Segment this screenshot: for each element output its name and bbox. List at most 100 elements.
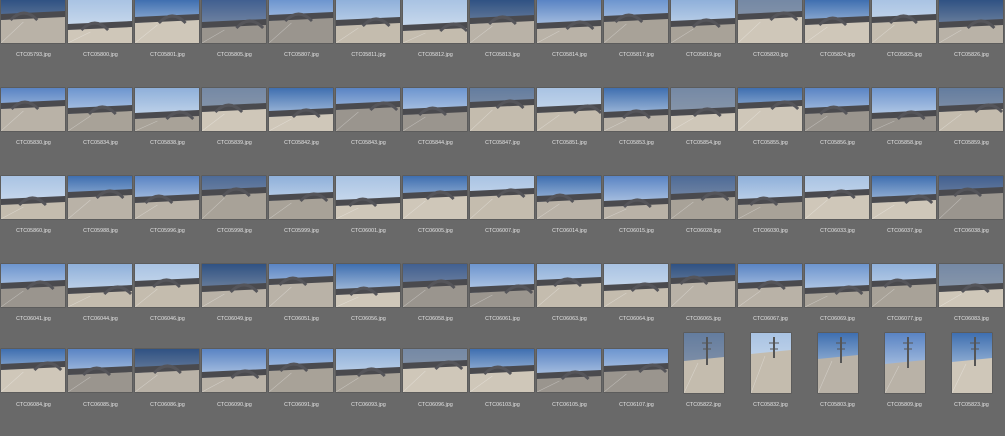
thumbnail-item[interactable]: CTC06046.jpg xyxy=(134,264,201,351)
thumbnail-item[interactable]: CTC05843.jpg xyxy=(335,88,402,175)
thumbnail-image[interactable] xyxy=(403,176,467,219)
thumbnail-item[interactable]: CTC05838.jpg xyxy=(134,88,201,175)
thumbnail-image[interactable] xyxy=(1,88,65,131)
thumbnail-image[interactable] xyxy=(403,0,467,43)
thumbnail-item[interactable]: CTC05999.jpg xyxy=(268,176,335,263)
thumbnail-image[interactable] xyxy=(805,88,869,131)
thumbnail-image[interactable] xyxy=(68,176,132,219)
thumbnail-item[interactable]: CTC06007.jpg xyxy=(469,176,536,263)
thumbnail-item[interactable]: CTC06085.jpg xyxy=(67,349,134,436)
thumbnail-image[interactable] xyxy=(202,264,266,307)
thumbnail-image[interactable] xyxy=(805,264,869,307)
thumbnail-item[interactable]: CTC06014.jpg xyxy=(536,176,603,263)
thumbnail-item[interactable]: CTC06064.jpg xyxy=(603,264,670,351)
thumbnail-image[interactable] xyxy=(135,264,199,307)
thumbnail-image[interactable] xyxy=(872,176,936,219)
thumbnail-image[interactable] xyxy=(269,0,333,43)
thumbnail-image[interactable] xyxy=(671,0,735,43)
thumbnail-image[interactable] xyxy=(872,0,936,43)
thumbnail-image[interactable] xyxy=(671,264,735,307)
thumbnail-image[interactable] xyxy=(939,0,1003,43)
thumbnail-image[interactable] xyxy=(269,176,333,219)
thumbnail-item[interactable]: CTC06030.jpg xyxy=(737,176,804,263)
thumbnail-image[interactable] xyxy=(1,176,65,219)
thumbnail-image[interactable] xyxy=(202,349,266,392)
thumbnail-image[interactable] xyxy=(604,176,668,219)
thumbnail-item[interactable]: CTC05856.jpg xyxy=(804,88,871,175)
thumbnail-image[interactable] xyxy=(135,176,199,219)
thumbnail-item[interactable]: CTC05809.jpg xyxy=(871,333,938,436)
thumbnail-item[interactable]: CTC05824.jpg xyxy=(804,0,871,87)
thumbnail-item[interactable]: CTC05819.jpg xyxy=(670,0,737,87)
thumbnail-image[interactable] xyxy=(604,0,668,43)
thumbnail-image[interactable] xyxy=(470,264,534,307)
thumbnail-item[interactable]: CTC06028.jpg xyxy=(670,176,737,263)
thumbnail-image[interactable] xyxy=(671,176,735,219)
thumbnail-item[interactable]: CTC05855.jpg xyxy=(737,88,804,175)
thumbnail-item[interactable]: CTC05839.jpg xyxy=(201,88,268,175)
thumbnail-image[interactable] xyxy=(885,333,925,393)
thumbnail-item[interactable]: CTC05813.jpg xyxy=(469,0,536,87)
thumbnail-image[interactable] xyxy=(952,333,992,393)
thumbnail-item[interactable]: CTC06044.jpg xyxy=(67,264,134,351)
thumbnail-image[interactable] xyxy=(470,88,534,131)
thumbnail-image[interactable] xyxy=(604,264,668,307)
thumbnail-item[interactable]: CTC06105.jpg xyxy=(536,349,603,436)
thumbnail-item[interactable]: CTC05854.jpg xyxy=(670,88,737,175)
thumbnail-image[interactable] xyxy=(1,349,65,392)
thumbnail-item[interactable]: CTC06049.jpg xyxy=(201,264,268,351)
thumbnail-image[interactable] xyxy=(604,88,668,131)
thumbnail-image[interactable] xyxy=(336,176,400,219)
thumbnail-item[interactable]: CTC05805.jpg xyxy=(201,0,268,87)
thumbnail-item[interactable]: CTC05811.jpg xyxy=(335,0,402,87)
thumbnail-item[interactable]: CTC06056.jpg xyxy=(335,264,402,351)
thumbnail-image[interactable] xyxy=(68,349,132,392)
thumbnail-item[interactable]: CTC06103.jpg xyxy=(469,349,536,436)
thumbnail-item[interactable]: CTC05832.jpg xyxy=(737,333,804,436)
thumbnail-item[interactable]: CTC05822.jpg xyxy=(670,333,737,436)
thumbnail-image[interactable] xyxy=(403,88,467,131)
thumbnail-image[interactable] xyxy=(805,176,869,219)
thumbnail-item[interactable]: CTC06058.jpg xyxy=(402,264,469,351)
thumbnail-item[interactable]: CTC05793.jpg xyxy=(0,0,67,87)
thumbnail-image[interactable] xyxy=(805,0,869,43)
thumbnail-image[interactable] xyxy=(872,264,936,307)
thumbnail-image[interactable] xyxy=(336,264,400,307)
thumbnail-image[interactable] xyxy=(470,176,534,219)
thumbnail-item[interactable]: CTC05853.jpg xyxy=(603,88,670,175)
thumbnail-image[interactable] xyxy=(738,0,802,43)
thumbnail-image[interactable] xyxy=(135,0,199,43)
thumbnail-item[interactable]: CTC05834.jpg xyxy=(67,88,134,175)
thumbnail-image[interactable] xyxy=(336,349,400,392)
thumbnail-image[interactable] xyxy=(738,176,802,219)
thumbnail-image[interactable] xyxy=(336,88,400,131)
thumbnail-item[interactable]: CTC05847.jpg xyxy=(469,88,536,175)
thumbnail-item[interactable]: CTC05825.jpg xyxy=(871,0,938,87)
thumbnail-image[interactable] xyxy=(202,0,266,43)
thumbnail-image[interactable] xyxy=(68,264,132,307)
thumbnail-image[interactable] xyxy=(751,333,791,393)
thumbnail-image[interactable] xyxy=(939,88,1003,131)
thumbnail-item[interactable]: CTC06091.jpg xyxy=(268,349,335,436)
thumbnail-image[interactable] xyxy=(684,333,724,393)
thumbnail-item[interactable]: CTC06005.jpg xyxy=(402,176,469,263)
thumbnail-item[interactable]: CTC05823.jpg xyxy=(938,333,1005,436)
thumbnail-item[interactable]: CTC05812.jpg xyxy=(402,0,469,87)
thumbnail-item[interactable]: CTC06041.jpg xyxy=(0,264,67,351)
thumbnail-image[interactable] xyxy=(537,88,601,131)
thumbnail-image[interactable] xyxy=(738,264,802,307)
thumbnail-image[interactable] xyxy=(872,88,936,131)
thumbnail-item[interactable]: CTC05814.jpg xyxy=(536,0,603,87)
thumbnail-item[interactable]: CTC05844.jpg xyxy=(402,88,469,175)
thumbnail-image[interactable] xyxy=(68,88,132,131)
thumbnail-item[interactable]: CTC06084.jpg xyxy=(0,349,67,436)
thumbnail-item[interactable]: CTC05998.jpg xyxy=(201,176,268,263)
thumbnail-item[interactable]: CTC05859.jpg xyxy=(938,88,1005,175)
thumbnail-item[interactable]: CTC06001.jpg xyxy=(335,176,402,263)
thumbnail-item[interactable]: CTC06096.jpg xyxy=(402,349,469,436)
thumbnail-image[interactable] xyxy=(939,264,1003,307)
thumbnail-item[interactable]: CTC06063.jpg xyxy=(536,264,603,351)
thumbnail-item[interactable]: CTC06037.jpg xyxy=(871,176,938,263)
thumbnail-item[interactable]: CTC05807.jpg xyxy=(268,0,335,87)
thumbnail-item[interactable]: CTC05830.jpg xyxy=(0,88,67,175)
